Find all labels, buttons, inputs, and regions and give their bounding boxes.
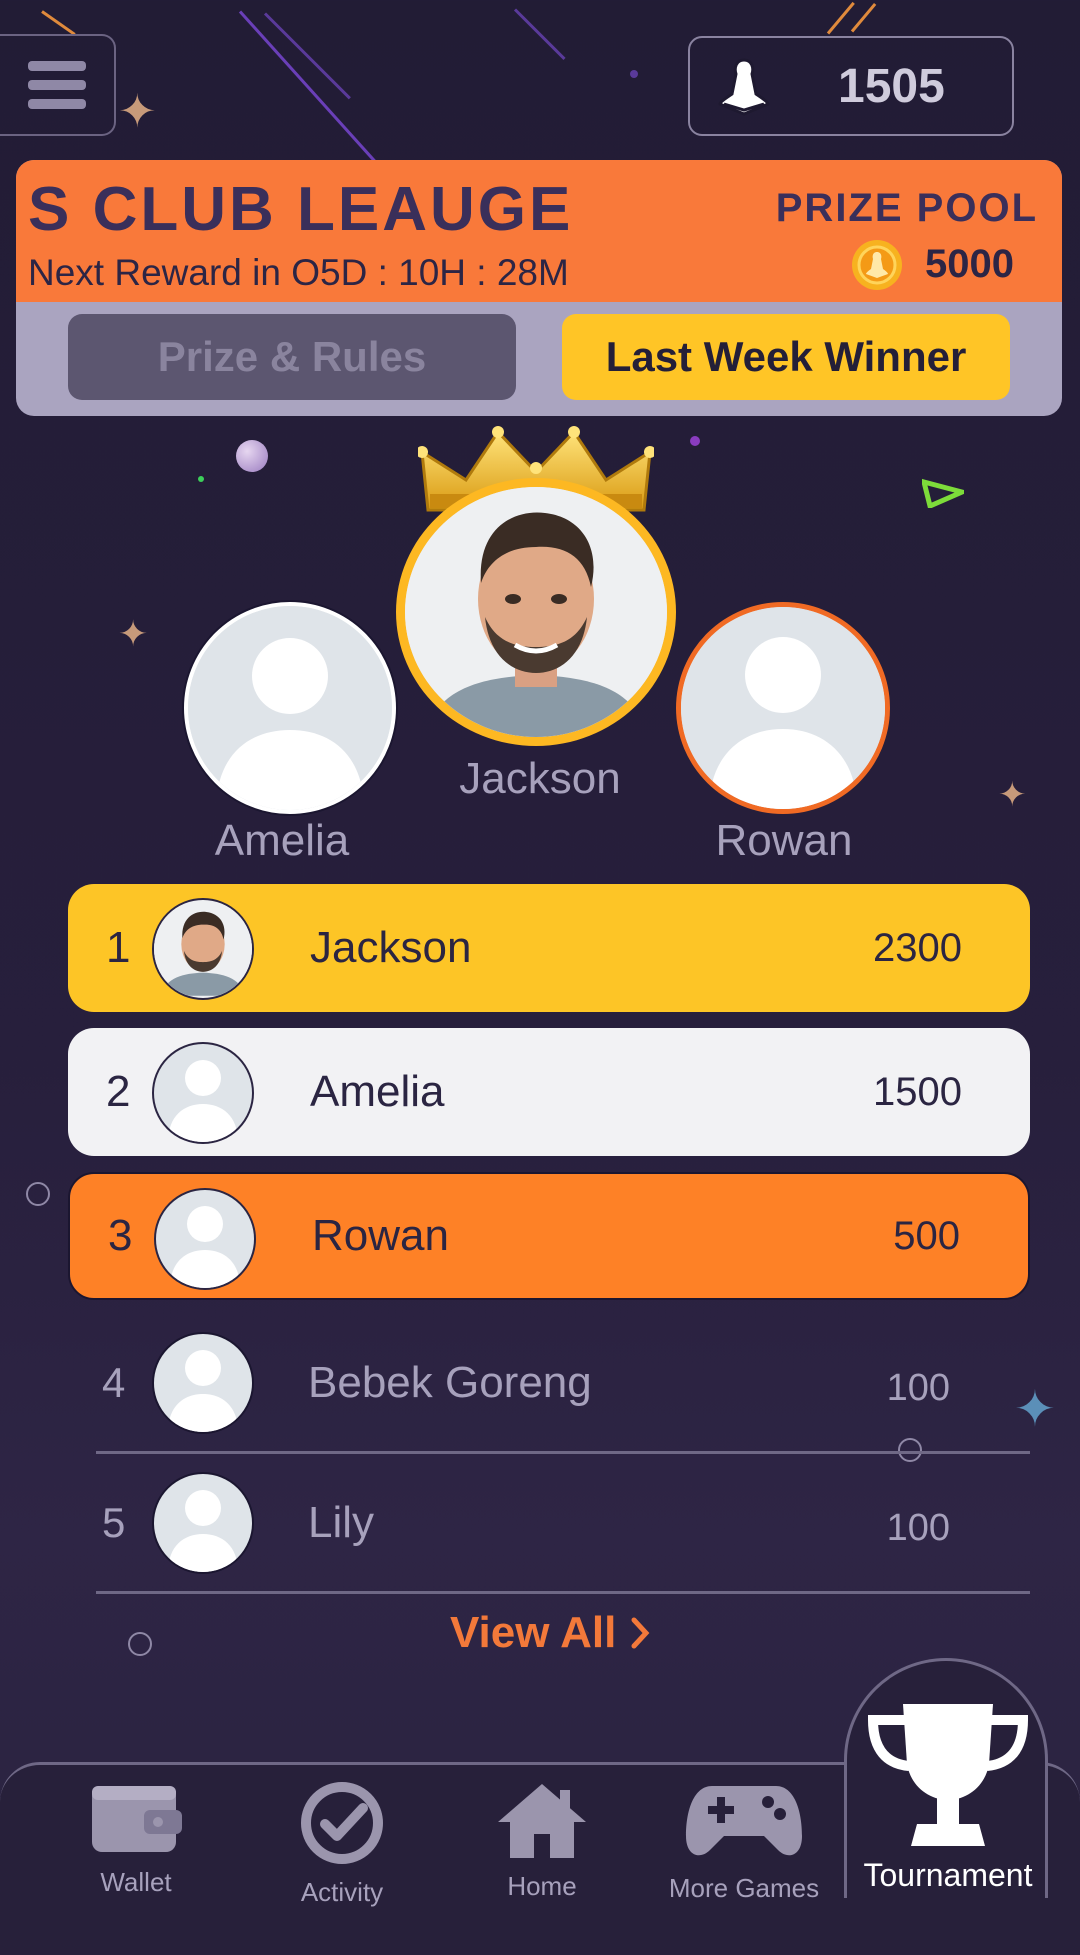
bubble-decoration (236, 440, 268, 472)
podium-first-avatar[interactable] (396, 478, 676, 746)
podium-second-name: Amelia (214, 816, 350, 865)
sparkle-decoration: ✦ (118, 85, 157, 137)
last-week-winner-button[interactable]: Last Week Winner (562, 314, 1010, 400)
podium-third-name: Rowan (715, 816, 853, 865)
nav-home-label: Home (507, 1871, 577, 1901)
nav-activity-label: Activity (300, 1877, 384, 1907)
podium-first-name: Jackson (459, 754, 621, 803)
leaderboard-row-1[interactable]: 1 Jackson 2300 (68, 884, 1030, 1012)
decorative-line (238, 10, 382, 169)
dot-decoration (630, 70, 638, 78)
decorative-line (41, 10, 76, 36)
prize-pool-label: PRIZE POOL (775, 186, 1038, 230)
player-name: Jackson (310, 923, 472, 972)
player-score: 1500 (873, 1069, 962, 1114)
man-portrait-photo (405, 487, 667, 737)
chess-pawn-coin-icon (718, 58, 770, 116)
dot-decoration (690, 436, 700, 446)
trophy-icon (867, 1704, 1029, 1846)
leaderboard-row-5[interactable]: 5 Lily 100 (96, 1454, 1030, 1594)
player-name: Lily (308, 1497, 375, 1547)
ring-decoration (26, 1182, 50, 1206)
leaderboard-row-4[interactable]: 4 Bebek Goreng 100 (96, 1314, 1030, 1454)
default-avatar-icon (168, 1350, 238, 1432)
gold-coin-icon (852, 240, 902, 290)
next-reward-timer: Next Reward in O5D : 10H : 28M (28, 252, 569, 293)
nav-tournament[interactable]: Tournament (838, 1700, 1058, 1894)
player-avatar (152, 1042, 254, 1144)
points-balance[interactable]: 1505 (688, 36, 1014, 136)
dot-decoration (198, 476, 204, 482)
default-avatar-icon (168, 1060, 238, 1142)
menu-button[interactable] (0, 34, 116, 136)
leaderboard-row-3[interactable]: 3 Rowan 500 (68, 1172, 1030, 1300)
podium-third-avatar[interactable] (676, 602, 890, 814)
podium-second-avatar[interactable] (184, 602, 396, 814)
default-avatar-icon (170, 1206, 240, 1288)
rank-number: 5 (102, 1498, 126, 1546)
wallet-icon (92, 1786, 182, 1852)
player-avatar (152, 898, 254, 1000)
leaderboard-row-2[interactable]: 2 Amelia 1500 (68, 1028, 1030, 1156)
ring-decoration (128, 1632, 152, 1656)
league-header: S CLUB LEAUGE Next Reward in O5D : 10H :… (16, 160, 1062, 302)
player-avatar (152, 1472, 254, 1574)
decorative-line (850, 2, 877, 33)
player-score: 500 (893, 1213, 960, 1258)
nav-more-games[interactable]: More Games (654, 1780, 834, 1904)
rank-number: 1 (106, 923, 131, 972)
points-value: 1505 (838, 59, 945, 113)
player-name: Rowan (312, 1211, 449, 1260)
home-icon (498, 1784, 586, 1858)
player-avatar (152, 1332, 254, 1434)
nav-wallet-label: Wallet (100, 1867, 172, 1897)
hamburger-menu-icon (28, 52, 86, 118)
triangle-decoration (922, 478, 964, 508)
nav-activity[interactable]: Activity (252, 1780, 432, 1908)
player-name: Bebek Goreng (308, 1357, 592, 1407)
view-all-label: View All (450, 1608, 617, 1657)
prize-rules-button[interactable]: Prize & Rules (68, 314, 516, 400)
man-portrait-photo (154, 902, 252, 996)
player-avatar (154, 1188, 256, 1290)
rank-number: 2 (106, 1067, 131, 1116)
player-score: 100 (886, 1507, 950, 1549)
nav-tournament-label: Tournament (863, 1857, 1033, 1893)
default-avatar-icon (681, 607, 885, 809)
activity-check-icon (301, 1782, 383, 1864)
default-avatar-icon (168, 1490, 238, 1572)
player-name: Amelia (310, 1067, 445, 1116)
league-title: S CLUB LEAUGE (28, 175, 574, 244)
rank-number: 3 (108, 1211, 133, 1260)
league-card: S CLUB LEAUGE Next Reward in O5D : 10H :… (16, 160, 1062, 416)
sparkle-decoration: ✦ (118, 613, 149, 654)
sparkle-decoration: ✦ (998, 776, 1027, 814)
nav-more-games-label: More Games (668, 1873, 820, 1903)
nav-wallet[interactable]: Wallet (46, 1780, 226, 1898)
player-score: 2300 (873, 925, 962, 970)
nav-home[interactable]: Home (452, 1780, 632, 1902)
prize-pool-value: 5000 (925, 242, 1014, 286)
decorative-line (513, 8, 566, 61)
player-score: 100 (886, 1367, 950, 1409)
view-all-link[interactable]: View All (450, 1608, 652, 1658)
gamepad-icon (686, 1786, 802, 1856)
chevron-right-icon (631, 1617, 650, 1649)
rank-number: 4 (102, 1358, 126, 1406)
default-avatar-icon (188, 606, 392, 810)
